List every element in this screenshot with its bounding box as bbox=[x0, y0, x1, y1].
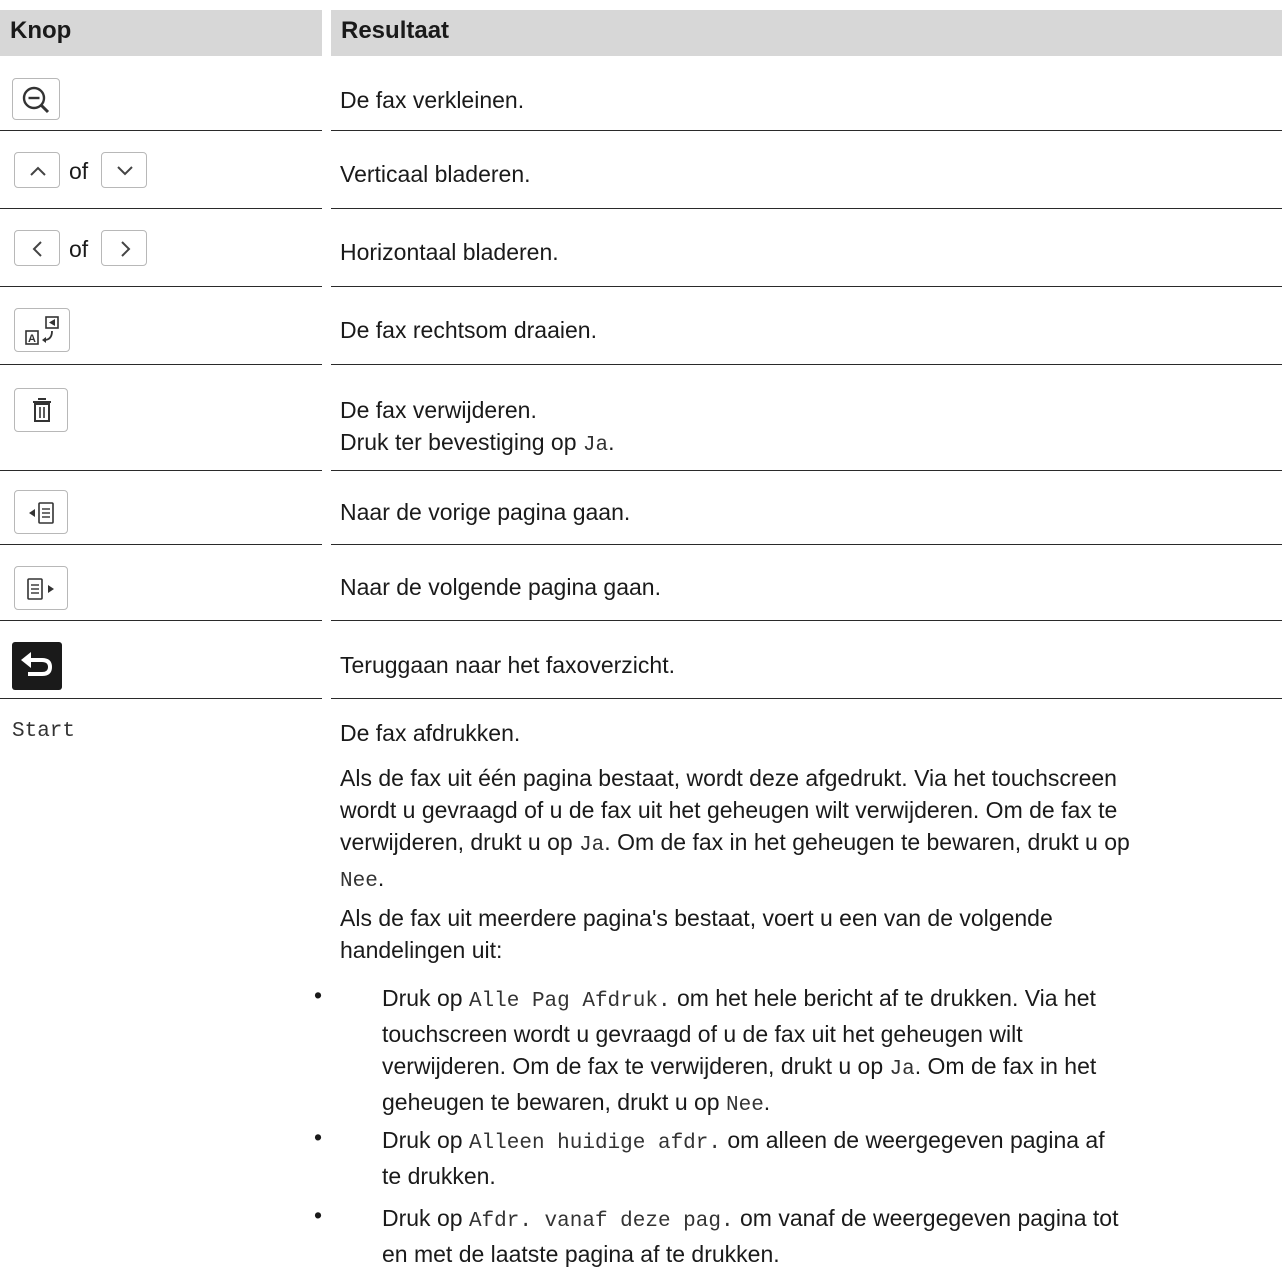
start-result-line1: De fax afdrukken. bbox=[340, 720, 521, 746]
row-divider bbox=[0, 470, 322, 471]
of-label: of bbox=[69, 236, 89, 262]
row-divider bbox=[331, 620, 1282, 621]
ja-code: Ja bbox=[579, 834, 605, 857]
scroll-left-icon[interactable] bbox=[14, 230, 60, 266]
next-page-icon[interactable] bbox=[14, 566, 68, 610]
svg-text:A: A bbox=[28, 333, 36, 345]
nee-code: Nee bbox=[725, 1094, 764, 1117]
back-icon[interactable] bbox=[12, 642, 62, 690]
row-result: Verticaal bladeren. bbox=[340, 161, 531, 187]
row-divider bbox=[331, 698, 1282, 699]
row-divider bbox=[0, 286, 322, 287]
row-divider bbox=[331, 470, 1282, 471]
row-divider bbox=[0, 620, 322, 621]
row-divider bbox=[0, 130, 322, 131]
start-para2: Als de fax uit meerdere pagina's bestaat… bbox=[340, 905, 1053, 963]
previous-page-icon[interactable] bbox=[14, 490, 68, 534]
bullet-item-print-from-page: Druk op Afdr. vanaf deze pag. om vanaf d… bbox=[382, 1205, 1119, 1267]
row-divider bbox=[331, 286, 1282, 287]
of-label: of bbox=[69, 158, 89, 184]
trash-icon[interactable] bbox=[14, 388, 68, 432]
row-divider bbox=[0, 208, 322, 209]
row-divider bbox=[331, 130, 1282, 131]
start-button-label: Start bbox=[12, 720, 76, 743]
row-divider bbox=[331, 208, 1282, 209]
ja-code: Ja bbox=[889, 1058, 915, 1081]
scroll-up-icon[interactable] bbox=[14, 152, 60, 188]
header-resultaat: Resultaat bbox=[331, 10, 1282, 56]
bullet-dot: • bbox=[314, 982, 323, 1008]
row-divider bbox=[331, 364, 1282, 365]
ja-code: Ja bbox=[582, 434, 609, 457]
header-knop: Knop bbox=[0, 10, 322, 56]
row-result: De fax rechtsom draaien. bbox=[340, 317, 597, 343]
zoom-out-icon[interactable] bbox=[12, 78, 60, 120]
scroll-right-icon[interactable] bbox=[101, 230, 147, 266]
row-result: De fax verkleinen. bbox=[340, 87, 525, 113]
alleen-huidige-afdr-code: Alleen huidige afdr. bbox=[468, 1132, 721, 1155]
bullet-dot: • bbox=[314, 1124, 323, 1150]
row-result: Horizontaal bladeren. bbox=[340, 239, 559, 265]
nee-code: Nee bbox=[340, 870, 378, 893]
row-result-line2: Druk ter bevestiging op Ja. bbox=[340, 429, 615, 457]
row-result: Naar de volgende pagina gaan. bbox=[340, 574, 661, 600]
bullet-dot: • bbox=[314, 1202, 323, 1228]
alle-pag-afdruk-code: Alle Pag Afdruk. bbox=[468, 990, 671, 1013]
scroll-down-icon[interactable] bbox=[101, 152, 147, 188]
bullet-item-print-current: Druk op Alleen huidige afdr. om alleen d… bbox=[382, 1127, 1105, 1189]
row-divider bbox=[0, 698, 322, 699]
afdr-vanaf-deze-pag-code: Afdr. vanaf deze pag. bbox=[468, 1210, 734, 1233]
row-result: Teruggaan naar het faxoverzicht. bbox=[340, 652, 675, 678]
row-result: Naar de vorige pagina gaan. bbox=[340, 499, 631, 525]
rotate-clockwise-icon[interactable]: A bbox=[14, 308, 70, 352]
row-result-line1: De fax verwijderen. bbox=[340, 397, 537, 423]
row-divider bbox=[0, 544, 322, 545]
row-divider bbox=[331, 544, 1282, 545]
row-divider bbox=[0, 364, 322, 365]
bullet-item-print-all: Druk op Alle Pag Afdruk. om het hele ber… bbox=[382, 985, 1097, 1117]
start-para1: Als de fax uit één pagina bestaat, wordt… bbox=[340, 765, 1130, 893]
